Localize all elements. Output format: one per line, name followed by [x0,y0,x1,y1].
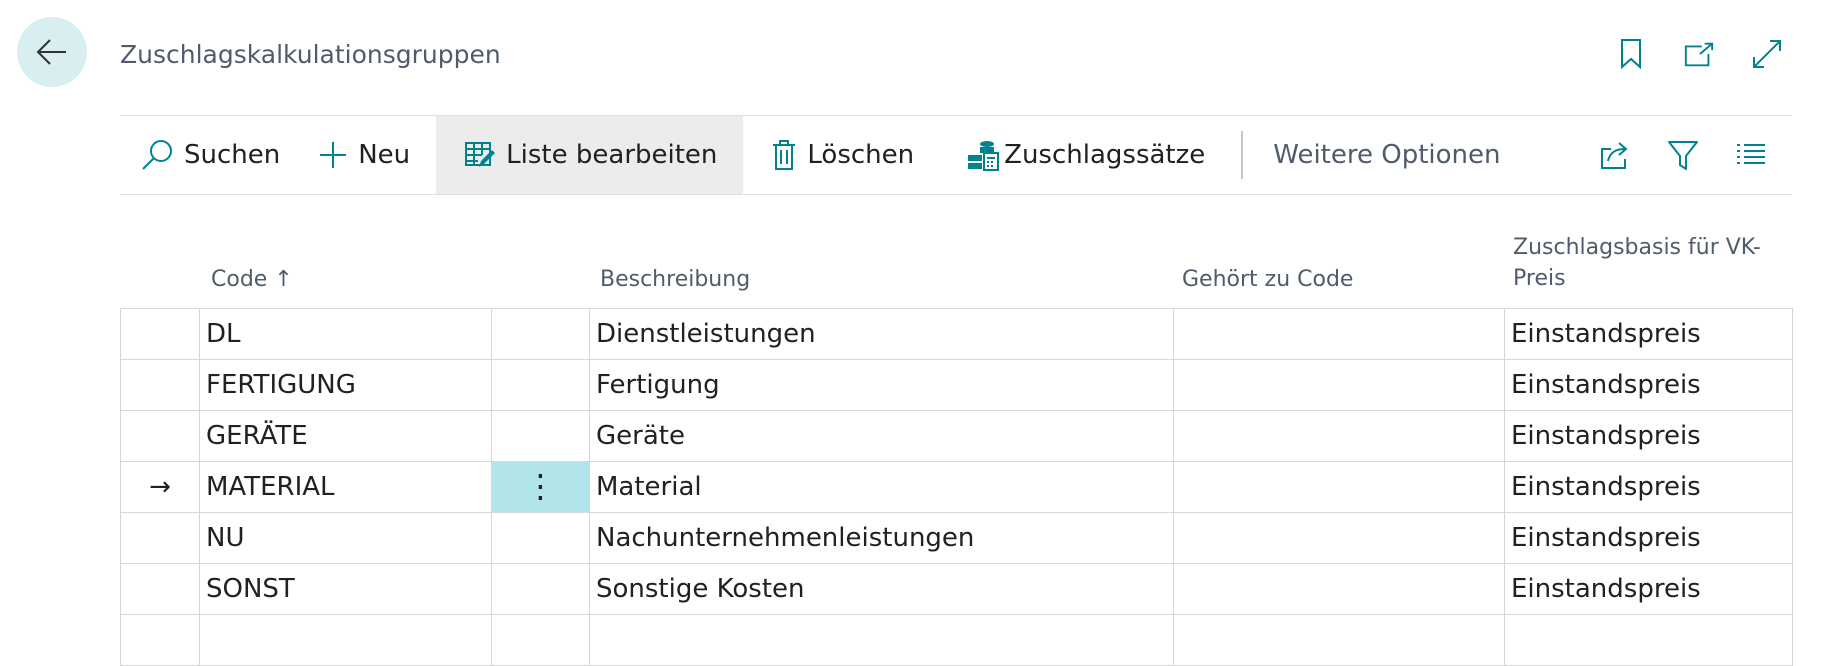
cell-basis[interactable]: Einstandspreis [1504,461,1793,513]
cell-belongs-to[interactable] [1173,512,1505,564]
column-header-description[interactable]: Beschreibung [600,264,750,295]
row-selector[interactable] [120,563,200,615]
share-icon[interactable] [1598,138,1632,172]
cell-basis[interactable]: Einstandspreis [1504,359,1793,411]
table-row[interactable]: → MATERIAL ⋮ Material Einstandspreis [120,461,1793,513]
search-button[interactable]: Suchen [120,116,292,194]
expand-icon[interactable] [1751,38,1783,70]
delete-button-label: Löschen [807,140,915,170]
sort-ascending-icon: ↑ [274,267,293,292]
list-view-icon[interactable] [1734,138,1768,172]
search-button-label: Suchen [184,140,281,170]
cell-basis[interactable]: Einstandspreis [1504,410,1793,462]
cell-basis[interactable]: Einstandspreis [1504,512,1793,564]
rates-button-label: Zuschlagssätze [1004,140,1206,170]
column-header-basis-line1: Zuschlagsbasis für VK- [1513,235,1761,260]
page-title: Zuschlagskalkulationsgruppen [120,40,501,69]
row-menu-cell[interactable] [491,359,590,411]
row-menu-cell[interactable] [491,308,590,360]
edit-list-button[interactable]: Liste bearbeiten [436,116,744,194]
cell-code[interactable]: DL [199,308,492,360]
column-header-basis[interactable]: Zuschlagsbasis für VK- Preis [1513,232,1761,294]
column-header-basis-line2: Preis [1513,266,1566,291]
new-button[interactable]: Neu [292,116,422,194]
search-icon [140,139,174,171]
toolbar-right-actions [1598,138,1768,172]
plus-icon [318,140,348,170]
row-selector[interactable]: → [120,461,200,513]
cell-description[interactable]: Nachunternehmenleistungen [589,512,1174,564]
cell-code[interactable]: SONST [199,563,492,615]
cell-belongs-to[interactable] [1173,563,1505,615]
column-header-code[interactable]: Code ↑ [211,264,293,295]
cell-belongs-to[interactable] [1173,614,1505,666]
table-row[interactable]: SONST Sonstige Kosten Einstandspreis [120,563,1793,615]
column-header-belongs-to[interactable]: Gehört zu Code [1182,264,1353,295]
cell-belongs-to[interactable] [1173,308,1505,360]
cell-code[interactable] [199,614,492,666]
cell-belongs-to[interactable] [1173,461,1505,513]
arrow-left-icon [36,39,66,65]
new-button-label: Neu [358,140,411,170]
edit-list-icon [464,140,496,170]
toolbar-divider [1241,131,1244,179]
cell-basis[interactable]: Einstandspreis [1504,308,1793,360]
page-header-actions [1615,38,1783,70]
row-selector[interactable] [120,512,200,564]
row-menu-cell[interactable] [491,410,590,462]
open-in-new-window-icon[interactable] [1683,38,1715,70]
cell-basis[interactable]: Einstandspreis [1504,563,1793,615]
data-grid: DL Dienstleistungen Einstandspreis FERTIGUN… [120,308,1793,666]
cell-basis[interactable] [1504,614,1793,666]
row-selector[interactable] [120,614,200,666]
more-options-button[interactable]: Weitere Optionen [1273,140,1500,170]
row-menu-cell[interactable] [491,512,590,564]
row-menu-cell[interactable]: ⋮ [491,461,590,513]
cell-belongs-to[interactable] [1173,410,1505,462]
row-selector[interactable] [120,359,200,411]
trash-icon [771,139,797,171]
cell-description[interactable]: Dienstleistungen [589,308,1174,360]
column-header-code-label: Code [211,267,268,292]
cell-code[interactable]: MATERIAL [199,461,492,513]
row-selector[interactable] [120,308,200,360]
filter-icon[interactable] [1666,138,1700,172]
table-row[interactable]: FERTIGUNG Fertigung Einstandspreis [120,359,1793,411]
row-selector[interactable] [120,410,200,462]
table-row[interactable]: GERÄTE Geräte Einstandspreis [120,410,1793,462]
cell-code[interactable]: GERÄTE [199,410,492,462]
row-menu-cell[interactable] [491,614,590,666]
more-vertical-icon[interactable]: ⋮ [525,467,557,505]
bookmark-icon[interactable] [1615,38,1647,70]
table-row[interactable] [120,614,1793,666]
cell-description[interactable] [589,614,1174,666]
cell-description[interactable]: Sonstige Kosten [589,563,1174,615]
cell-description[interactable]: Material [589,461,1174,513]
cell-code[interactable]: FERTIGUNG [199,359,492,411]
back-button[interactable] [17,17,87,87]
cell-description[interactable]: Fertigung [589,359,1174,411]
table-row[interactable]: DL Dienstleistungen Einstandspreis [120,308,1793,360]
coins-calculator-icon [966,139,1000,171]
action-bar: Suchen Neu Liste bearbeiten Löschen Zusc… [120,115,1792,195]
delete-button[interactable]: Löschen [743,116,926,194]
current-row-arrow-icon: → [149,472,171,502]
table-row[interactable]: NU Nachunternehmenleistungen Einstandsprei… [120,512,1793,564]
cell-belongs-to[interactable] [1173,359,1505,411]
edit-list-button-label: Liste bearbeiten [506,140,718,170]
cell-description[interactable]: Geräte [589,410,1174,462]
rates-button[interactable]: Zuschlagssätze [926,116,1217,194]
row-menu-cell[interactable] [491,563,590,615]
cell-code[interactable]: NU [199,512,492,564]
